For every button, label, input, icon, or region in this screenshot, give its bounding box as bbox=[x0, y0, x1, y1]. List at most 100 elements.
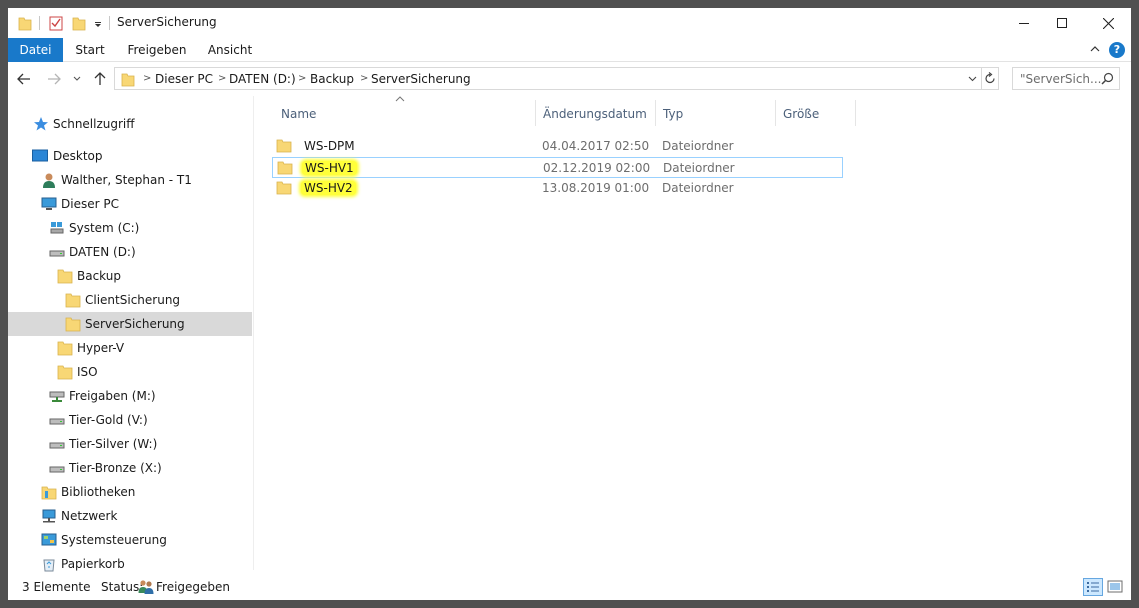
minimize-icon bbox=[1019, 23, 1029, 24]
tab-ansicht[interactable]: Ansicht bbox=[204, 38, 256, 62]
column-header-name[interactable]: Name bbox=[274, 100, 536, 126]
breadcrumb-serversicherung[interactable]: ServerSicherung bbox=[371, 72, 471, 86]
column-header-type[interactable]: Typ bbox=[656, 100, 776, 126]
nav-item-hyper-v[interactable]: Hyper-V bbox=[8, 336, 252, 360]
close-icon bbox=[1102, 17, 1114, 29]
new-folder-icon[interactable] bbox=[72, 15, 86, 31]
folder-icon bbox=[57, 269, 73, 284]
desktop-icon bbox=[32, 149, 48, 162]
user-icon bbox=[43, 173, 55, 188]
large-icons-view-icon[interactable] bbox=[1105, 578, 1125, 596]
nav-item-backup[interactable]: Backup bbox=[8, 264, 252, 288]
computer-icon bbox=[41, 197, 57, 210]
file-row[interactable]: WS-DPM 04.04.2017 02:50 Dateiordner bbox=[272, 136, 843, 157]
nav-item-tier-bronze[interactable]: Tier-Bronze (X:) bbox=[8, 456, 252, 480]
navigation-pane: Schnellzugriff Desktop Walther, Stephan … bbox=[8, 96, 254, 572]
help-button[interactable]: ? bbox=[1109, 42, 1125, 58]
separator bbox=[39, 16, 40, 30]
file-date: 02.12.2019 02:00 bbox=[543, 161, 651, 175]
chevron-right-icon: > bbox=[360, 73, 369, 84]
network-icon bbox=[42, 509, 56, 523]
status-label: Status: bbox=[101, 580, 144, 594]
control-panel-icon bbox=[41, 533, 57, 546]
separator bbox=[109, 16, 110, 30]
file-date: 04.04.2017 02:50 bbox=[542, 139, 650, 153]
file-name: WS-HV2 bbox=[301, 181, 356, 195]
nav-item-serversicherung[interactable]: ServerSicherung bbox=[8, 312, 252, 336]
file-date: 13.08.2019 01:00 bbox=[542, 181, 650, 195]
explorer-window: ServerSicherung Datei Start Freigeben An… bbox=[8, 8, 1131, 600]
customize-toolbar-icon[interactable] bbox=[93, 15, 103, 31]
details-view-icon[interactable] bbox=[1083, 578, 1103, 596]
nav-item-schnellzugriff[interactable]: Schnellzugriff bbox=[8, 112, 252, 136]
up-button[interactable] bbox=[92, 71, 108, 87]
nav-item-tier-gold[interactable]: Tier-Gold (V:) bbox=[8, 408, 252, 432]
search-icon[interactable] bbox=[1101, 72, 1114, 85]
breadcrumb-backup[interactable]: Backup bbox=[310, 72, 354, 86]
forward-button[interactable] bbox=[46, 71, 62, 87]
library-icon bbox=[41, 486, 57, 500]
column-header-date[interactable]: Änderungsdatum bbox=[536, 100, 656, 126]
drive-icon bbox=[49, 418, 65, 425]
nav-item-tier-silver[interactable]: Tier-Silver (W:) bbox=[8, 432, 252, 456]
folder-icon bbox=[18, 17, 32, 31]
nav-item-desktop[interactable]: Desktop bbox=[8, 144, 252, 168]
folder-icon bbox=[276, 139, 292, 153]
file-row[interactable]: WS-HV2 13.08.2019 01:00 Dateiordner bbox=[272, 178, 843, 199]
arrow-left-icon bbox=[17, 73, 30, 85]
chevron-right-icon: > bbox=[218, 73, 227, 84]
breadcrumb-dieser-pc[interactable]: Dieser PC bbox=[155, 72, 213, 86]
nav-item-netzwerk[interactable]: Netzwerk bbox=[8, 504, 252, 528]
expand-ribbon-icon[interactable] bbox=[1089, 43, 1101, 55]
recent-locations-button[interactable] bbox=[72, 71, 82, 87]
nav-item-dieser-pc[interactable]: Dieser PC bbox=[8, 192, 252, 216]
system-drive-icon bbox=[50, 222, 64, 234]
properties-icon[interactable] bbox=[48, 15, 64, 31]
file-type: Dateiordner bbox=[662, 139, 734, 153]
tab-start[interactable]: Start bbox=[70, 38, 110, 62]
nav-item-clientsicherung[interactable]: ClientSicherung bbox=[8, 288, 252, 312]
search-placeholder: "ServerSich... bbox=[1020, 72, 1102, 86]
arrow-up-icon bbox=[94, 72, 106, 85]
nav-item-papierkorb[interactable]: Papierkorb bbox=[8, 552, 252, 576]
refresh-icon[interactable] bbox=[984, 72, 996, 85]
nav-item-daten-d[interactable]: DATEN (D:) bbox=[8, 240, 252, 264]
folder-icon bbox=[57, 341, 73, 356]
chevron-down-icon[interactable] bbox=[968, 76, 977, 82]
file-list: Name Änderungsdatum Typ Größe WS-DPM 04.… bbox=[255, 96, 1131, 570]
nav-item-user[interactable]: Walther, Stephan - T1 bbox=[8, 168, 252, 192]
item-count: 3 Elemente bbox=[22, 580, 91, 594]
breadcrumb-daten[interactable]: DATEN (D:) bbox=[229, 72, 296, 86]
nav-item-system-c[interactable]: System (C:) bbox=[8, 216, 252, 240]
status-bar: 3 Elemente Status: Freigegeben bbox=[8, 574, 1131, 600]
recycle-bin-icon bbox=[43, 559, 55, 572]
file-type: Dateiordner bbox=[663, 161, 735, 175]
file-row[interactable]: WS-HV1 02.12.2019 02:00 Dateiordner bbox=[272, 157, 843, 178]
tab-datei[interactable]: Datei bbox=[8, 38, 63, 62]
title-bar: ServerSicherung bbox=[8, 8, 1131, 38]
window-title: ServerSicherung bbox=[117, 15, 217, 29]
nav-item-freigaben-m[interactable]: Freigaben (M:) bbox=[8, 384, 252, 408]
address-bar[interactable]: > Dieser PC > DATEN (D:) > Backup > Serv… bbox=[114, 67, 999, 90]
drive-icon bbox=[49, 466, 65, 473]
search-input[interactable]: "ServerSich... bbox=[1012, 67, 1120, 90]
network-drive-icon bbox=[49, 391, 65, 402]
column-header-size[interactable]: Größe bbox=[776, 100, 856, 126]
back-button[interactable] bbox=[16, 71, 32, 87]
folder-icon bbox=[57, 365, 73, 380]
nav-item-bibliotheken[interactable]: Bibliotheken bbox=[8, 480, 252, 504]
file-name: WS-DPM bbox=[304, 139, 355, 153]
chevron-right-icon: > bbox=[143, 73, 152, 84]
close-button[interactable] bbox=[1085, 8, 1131, 38]
separator bbox=[981, 68, 982, 89]
folder-icon bbox=[65, 293, 81, 308]
file-type: Dateiordner bbox=[662, 181, 734, 195]
nav-item-systemsteuerung[interactable]: Systemsteuerung bbox=[8, 528, 252, 552]
shared-users-icon bbox=[138, 580, 154, 594]
tab-freigeben[interactable]: Freigeben bbox=[124, 38, 190, 62]
address-row: > Dieser PC > DATEN (D:) > Backup > Serv… bbox=[8, 63, 1131, 95]
nav-item-iso[interactable]: ISO bbox=[8, 360, 252, 384]
maximize-button[interactable] bbox=[1039, 8, 1085, 38]
drive-icon bbox=[49, 442, 65, 449]
folder-icon bbox=[277, 161, 293, 175]
